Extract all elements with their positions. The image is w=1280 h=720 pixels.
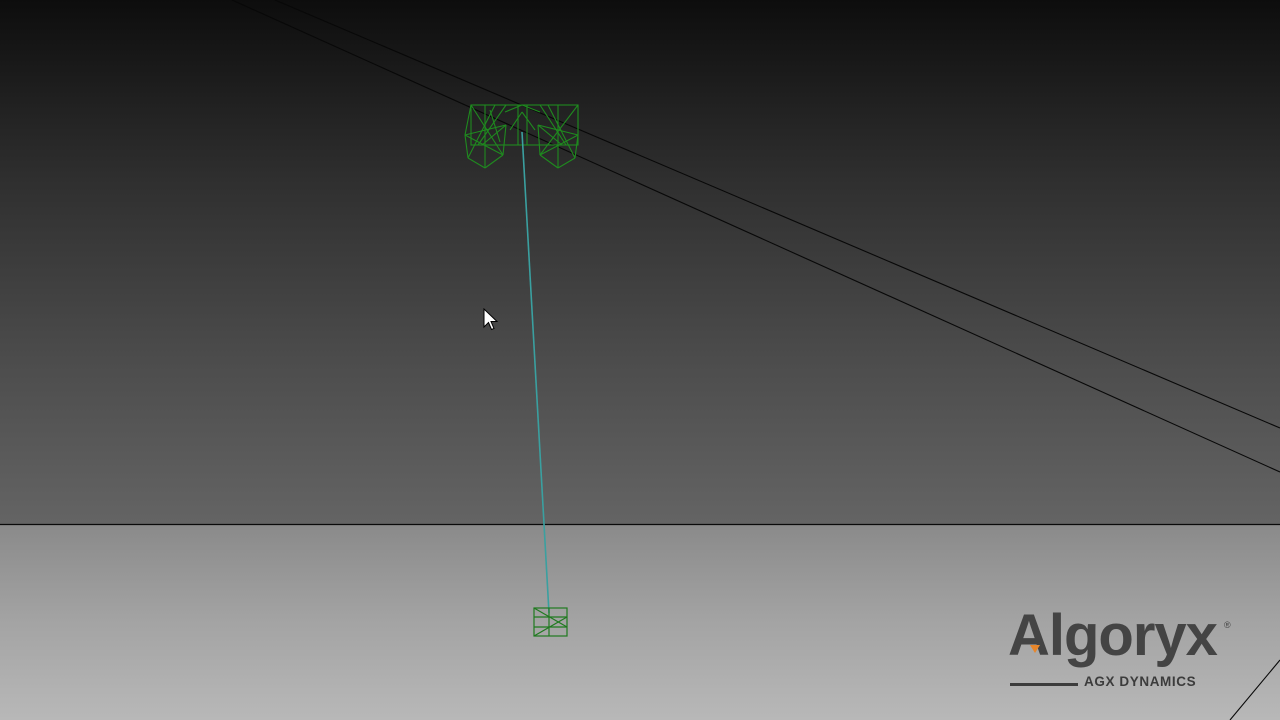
- suspended-load-box[interactable]: [533, 607, 568, 637]
- hoist-cable[interactable]: [521, 131, 550, 614]
- logo-product: AGX DYNAMICS: [1084, 674, 1197, 689]
- logo-registered-mark: ®: [1224, 620, 1231, 630]
- algoryx-logo: Algoryx ® AGX DYNAMICS: [1008, 604, 1238, 694]
- logo-underline: [1010, 683, 1078, 686]
- rail-line-upper: [274, 0, 1280, 429]
- rail-line-lower: [231, 0, 1280, 473]
- 3d-viewport[interactable]: Algoryx ® AGX DYNAMICS: [0, 0, 1280, 720]
- logo-accent-icon: [1030, 645, 1040, 653]
- arrow-pointer-icon: [483, 308, 499, 331]
- logo-brand: Algoryx: [1008, 603, 1218, 668]
